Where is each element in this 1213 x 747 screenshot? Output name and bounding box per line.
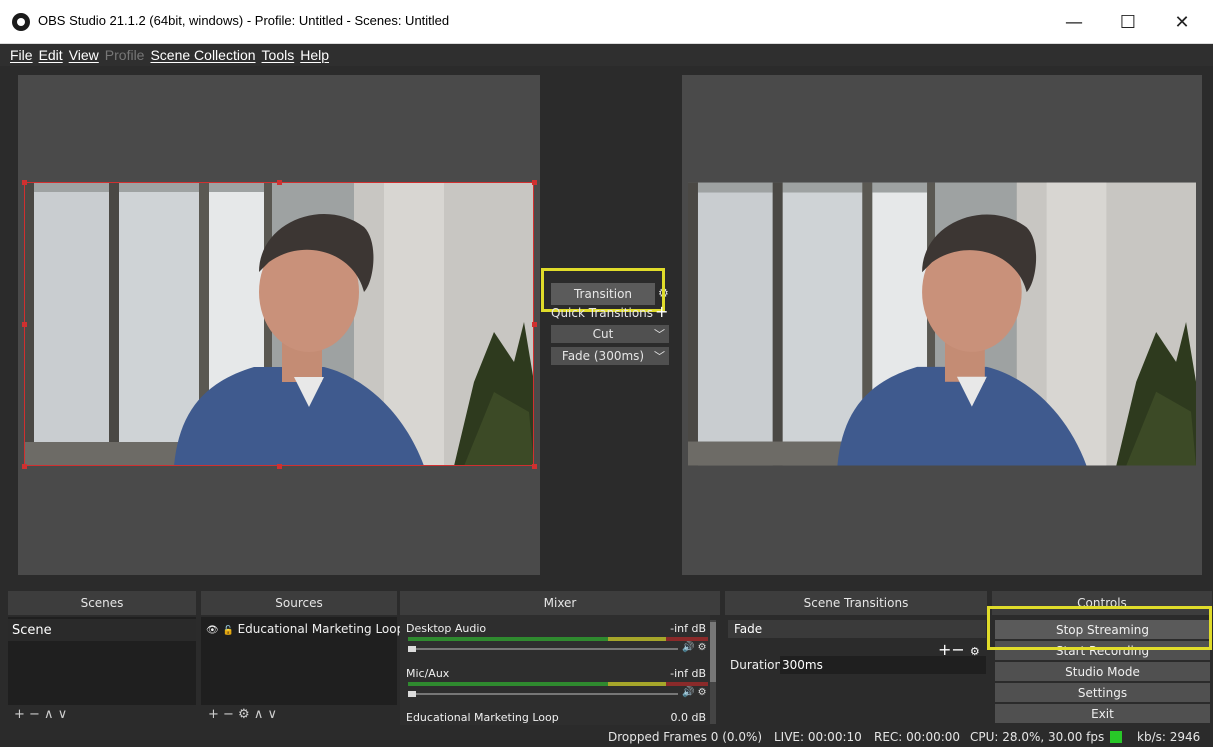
resize-handle[interactable] xyxy=(277,180,282,185)
mixer-channel-name: Educational Marketing Loop xyxy=(406,711,559,724)
duration-label: Duration xyxy=(730,658,783,672)
duration-input[interactable]: 300ms xyxy=(780,656,986,674)
mixer-channel-name: Mic/Aux xyxy=(406,667,450,680)
resize-handle[interactable] xyxy=(22,180,27,185)
scene-item[interactable]: Scene xyxy=(12,623,52,638)
menu-profile[interactable]: Profile xyxy=(105,47,145,63)
quick-transition-label: Cut xyxy=(592,327,614,341)
window-title: OBS Studio 21.1.2 (64bit, windows) - Pro… xyxy=(38,13,450,28)
interview-video-image xyxy=(688,182,1196,466)
mixer-channel-level: 0.0 dB xyxy=(670,711,706,724)
mixer-channel-name: Desktop Audio xyxy=(406,622,487,635)
menu-help[interactable]: Help xyxy=(300,47,329,63)
menu-file[interactable]: File xyxy=(10,47,33,63)
speaker-icon[interactable]: 🔊 ⚙ xyxy=(682,642,707,653)
scenes-dock-header: Scenes xyxy=(8,591,196,615)
exit-button[interactable]: Exit xyxy=(995,704,1210,723)
controls-highlight-box xyxy=(987,606,1212,650)
rec-status: REC: 00:00:00 xyxy=(874,730,961,744)
stream-health-indicator xyxy=(1110,731,1122,743)
quick-transitions-label: Quick Transitions xyxy=(551,306,654,320)
chevron-down-icon[interactable]: ﹀ xyxy=(654,348,665,364)
resize-handle[interactable] xyxy=(532,322,537,327)
mixer-dock-header: Mixer xyxy=(400,591,720,615)
quick-transition-fade[interactable]: Fade (300ms) ﹀ xyxy=(551,347,669,365)
program-video xyxy=(688,182,1196,466)
menu-scene-collection[interactable]: Scene Collection xyxy=(150,47,255,63)
resize-handle[interactable] xyxy=(532,180,537,185)
lock-icon[interactable]: 🔓 xyxy=(223,626,234,636)
status-bar: Dropped Frames 0 (0.0%) LIVE: 00:00:10 R… xyxy=(0,727,1213,747)
scene-transitions-dock-header: Scene Transitions xyxy=(725,591,987,615)
obs-logo-icon xyxy=(12,13,30,31)
preview-panel[interactable] xyxy=(18,75,540,575)
volume-slider-knob[interactable] xyxy=(408,646,416,652)
settings-button[interactable]: Settings xyxy=(995,683,1210,702)
scenes-toolbar[interactable]: + − ∧ ∨ xyxy=(14,707,67,722)
live-status: LIVE: 00:00:10 xyxy=(774,730,862,744)
interview-video-image xyxy=(24,182,534,466)
quick-transition-cut[interactable]: Cut ﹀ xyxy=(551,325,669,343)
chevron-down-icon[interactable]: ﹀ xyxy=(654,326,665,342)
dropped-frames-status: Dropped Frames 0 (0.0%) xyxy=(608,730,763,744)
mixer-channel-level: -inf dB xyxy=(670,622,706,635)
minimize-button[interactable]: — xyxy=(1051,0,1097,44)
eye-icon[interactable]: 👁 xyxy=(206,625,219,636)
close-button[interactable]: ✕ xyxy=(1159,0,1205,44)
sources-dock-header: Sources xyxy=(201,591,397,615)
volume-slider[interactable] xyxy=(408,648,678,650)
source-name: Educational Marketing Loop xyxy=(237,622,405,636)
audio-meter xyxy=(408,682,708,686)
audio-meter xyxy=(408,637,708,641)
menu-view[interactable]: View xyxy=(69,47,99,63)
mixer-panel: Desktop Audio -inf dB 🔊 ⚙ Mic/Aux -inf d… xyxy=(400,615,710,725)
mixer-channel-level: -inf dB xyxy=(670,667,706,680)
sources-toolbar[interactable]: + − ⚙ ∧ ∨ xyxy=(208,707,277,722)
source-item[interactable]: 👁 🔓 Educational Marketing Loop xyxy=(206,622,404,636)
transition-select[interactable]: Fade xyxy=(728,620,986,638)
add-quick-transition-plus-icon[interactable]: + xyxy=(655,302,668,321)
mixer-scrollbar[interactable] xyxy=(710,620,716,724)
resize-handle[interactable] xyxy=(22,322,27,327)
resize-handle[interactable] xyxy=(532,464,537,469)
preview-video xyxy=(24,182,534,466)
menu-tools[interactable]: Tools xyxy=(262,47,295,63)
volume-slider[interactable] xyxy=(408,693,678,695)
bitrate-status: kb/s: 2946 xyxy=(1137,730,1201,744)
menu-edit[interactable]: Edit xyxy=(39,47,63,63)
resize-handle[interactable] xyxy=(277,464,282,469)
maximize-button[interactable]: ☐ xyxy=(1105,0,1151,44)
quick-transition-label: Fade (300ms) xyxy=(561,349,645,363)
program-panel xyxy=(682,75,1202,575)
menu-bar: File Edit View Profile Scene Collection … xyxy=(0,44,1213,66)
title-bar: OBS Studio 21.1.2 (64bit, windows) - Pro… xyxy=(0,0,1213,44)
studio-mode-button[interactable]: Studio Mode xyxy=(995,662,1210,681)
volume-slider-knob[interactable] xyxy=(408,691,416,697)
cpu-status: CPU: 28.0%, 30.00 fps xyxy=(970,730,1105,744)
speaker-icon[interactable]: 🔊 ⚙ xyxy=(682,687,707,698)
resize-handle[interactable] xyxy=(22,464,27,469)
